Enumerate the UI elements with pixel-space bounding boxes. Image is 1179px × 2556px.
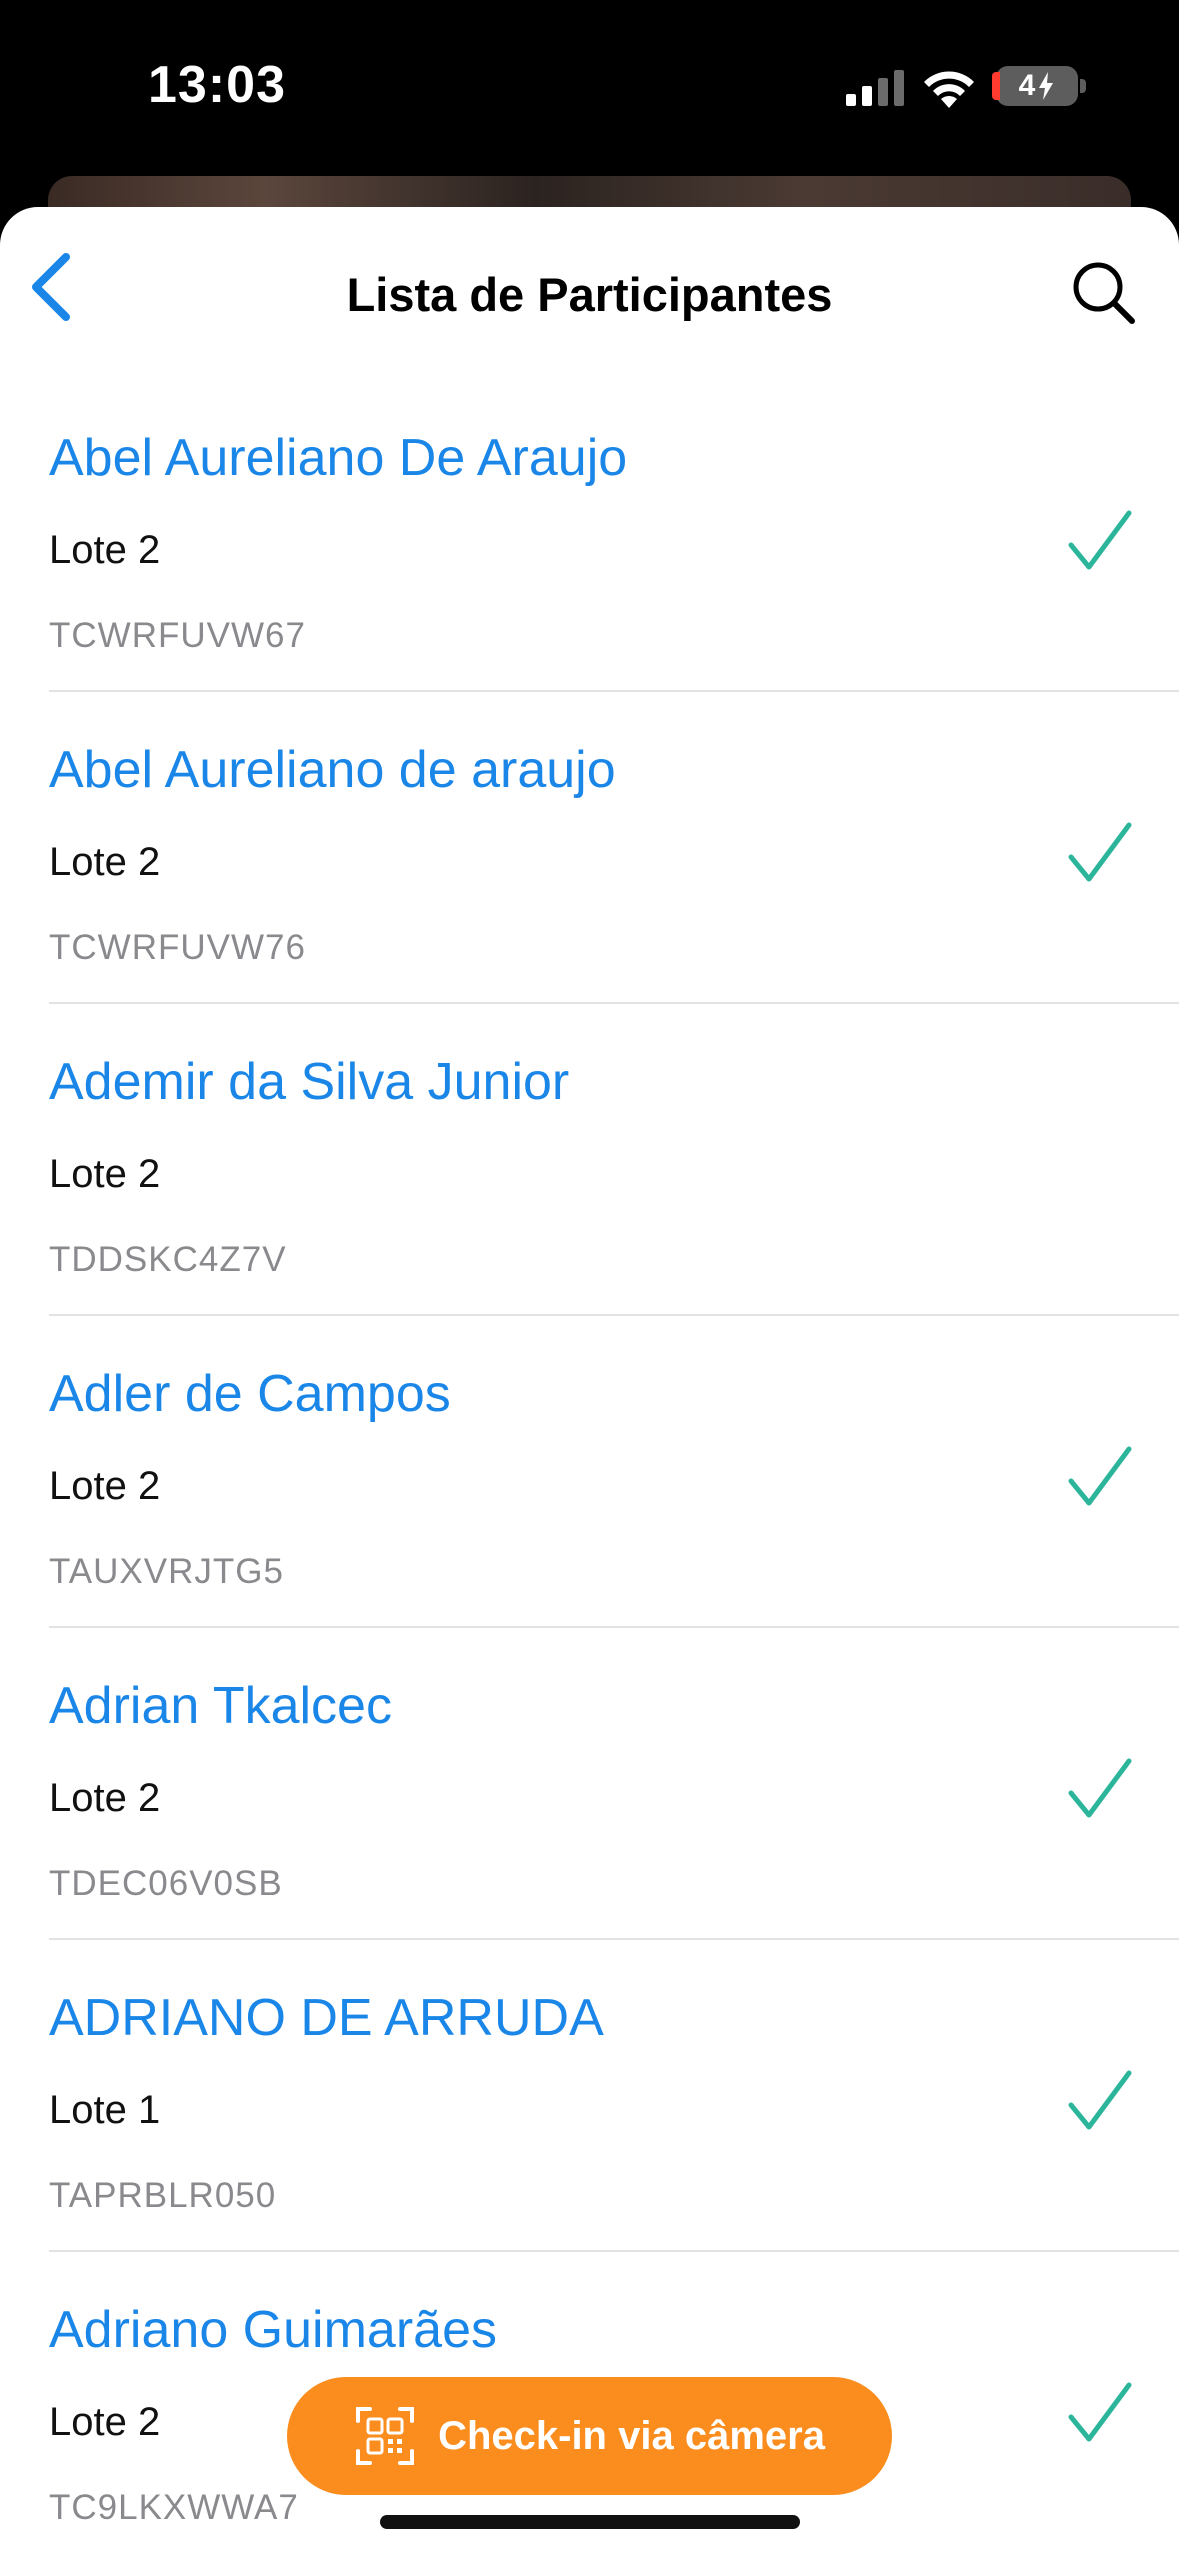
participant-row[interactable]: Abel Aureliano De Araujo Lote 2 TCWRFUVW67 — [0, 380, 1179, 692]
participant-ticket-code: TDEC06V0SB — [49, 1864, 283, 1903]
participant-lote: Lote 1 — [49, 2088, 161, 2132]
battery-low-marker — [992, 72, 1000, 100]
participant-ticket-code: TCWRFUVW76 — [49, 928, 306, 967]
participant-name[interactable]: Ademir da Silva Junior — [49, 1052, 569, 1112]
camera-checkin-label: Check-in via câmera — [438, 2413, 825, 2458]
participant-name[interactable]: Abel Aureliano De Araujo — [49, 428, 627, 488]
participant-lote: Lote 2 — [49, 1776, 161, 1820]
participant-row[interactable]: Adrian Tkalcec Lote 2 TDEC06V0SB — [0, 1628, 1179, 1940]
participant-lote: Lote 2 — [49, 2400, 161, 2444]
participant-name[interactable]: Adrian Tkalcec — [49, 1676, 392, 1736]
status-bar: 13:03 4 — [0, 0, 1179, 170]
home-indicator[interactable] — [380, 2515, 800, 2529]
camera-checkin-button[interactable]: Check-in via câmera — [287, 2377, 892, 2495]
participant-row[interactable]: Ademir da Silva Junior Lote 2 TDDSKC4Z7V — [0, 1004, 1179, 1316]
participant-lote: Lote 2 — [49, 840, 161, 884]
cellular-signal-icon — [846, 70, 904, 106]
checkmark-icon — [1068, 510, 1132, 570]
qr-code-icon — [356, 2407, 415, 2465]
participant-name[interactable]: Adler de Campos — [49, 1364, 451, 1424]
battery-level: 4 — [1018, 69, 1036, 102]
participant-row[interactable]: Adler de Campos Lote 2 TAUXVRJTG5 — [0, 1316, 1179, 1628]
participant-name[interactable]: Adriano Guimarães — [49, 2300, 497, 2360]
checkmark-icon — [1068, 1758, 1132, 1818]
battery-indicator: 4 — [992, 66, 1078, 106]
battery-tip — [1080, 79, 1086, 93]
status-time: 13:03 — [148, 56, 286, 114]
participant-name[interactable]: Abel Aureliano de araujo — [49, 740, 616, 800]
checkmark-icon — [1068, 822, 1132, 882]
wifi-icon — [924, 71, 974, 108]
participant-ticket-code: TAPRBLR050 — [49, 2176, 277, 2215]
participant-lote: Lote 2 — [49, 1152, 161, 1196]
participant-row[interactable]: ADRIANO DE ARRUDA Lote 1 TAPRBLR050 — [0, 1940, 1179, 2252]
checkmark-icon — [1068, 2382, 1132, 2442]
checkmark-icon — [1068, 1446, 1132, 1506]
participant-ticket-code: TAUXVRJTG5 — [49, 1552, 284, 1591]
participant-lote: Lote 2 — [49, 528, 161, 572]
charging-bolt-icon — [1039, 72, 1054, 100]
checkmark-icon — [1068, 2070, 1132, 2130]
participant-list: Abel Aureliano De Araujo Lote 2 TCWRFUVW67… — [0, 380, 1179, 2556]
participant-ticket-code: TCWRFUVW67 — [49, 616, 306, 655]
participant-row[interactable]: Abel Aureliano de araujo Lote 2 TCWRFUVW76 — [0, 692, 1179, 1004]
page-title: Lista de Participantes — [346, 268, 833, 321]
search-icon[interactable] — [1068, 257, 1138, 327]
participant-ticket-code: TC9LKXWWA7 — [49, 2488, 299, 2527]
participants-sheet: Lista de Participantes Abel Aureliano De… — [0, 207, 1179, 2556]
participant-name[interactable]: ADRIANO DE ARRUDA — [49, 1988, 604, 2048]
participant-lote: Lote 2 — [49, 1464, 161, 1508]
participant-ticket-code: TDDSKC4Z7V — [49, 1240, 287, 1279]
